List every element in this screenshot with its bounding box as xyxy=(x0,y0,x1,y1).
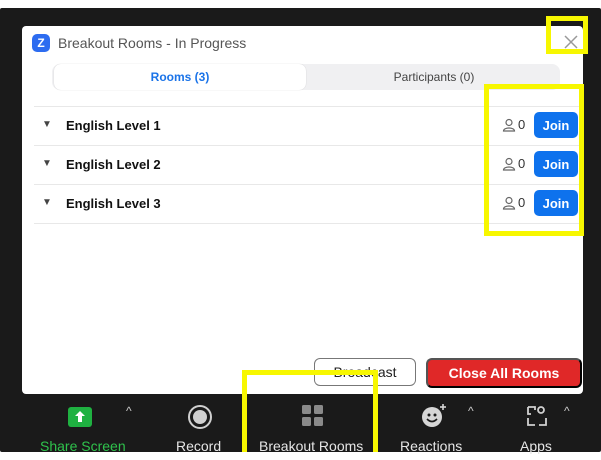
count-value: 0 xyxy=(518,195,526,210)
room-participant-count: 0 xyxy=(502,156,525,171)
caret-down-icon[interactable]: ▼ xyxy=(42,197,52,208)
zoom-logo-icon: Z xyxy=(32,34,50,52)
close-all-rooms-button[interactable]: Close All Rooms xyxy=(426,358,582,388)
person-icon xyxy=(502,118,516,132)
room-row[interactable]: ▼ English Level 1 0 Join xyxy=(34,106,580,145)
toolbar-reactions[interactable]: ^ Reactions xyxy=(398,396,484,460)
toolbar-share-screen[interactable]: ^ Share Screen xyxy=(30,396,140,460)
caret-down-icon[interactable]: ▼ xyxy=(42,158,52,169)
room-name: English Level 3 xyxy=(66,196,161,211)
apps-icon xyxy=(527,406,547,426)
apps-options-caret[interactable]: ^ xyxy=(564,404,570,418)
join-button[interactable]: Join xyxy=(534,151,578,177)
tab-rooms[interactable]: Rooms (3) xyxy=(54,64,306,90)
person-icon xyxy=(502,157,516,171)
room-name: English Level 1 xyxy=(66,118,161,133)
join-button[interactable]: Join xyxy=(534,190,578,216)
close-icon xyxy=(564,35,578,49)
record-icon xyxy=(188,405,212,429)
room-participant-count: 0 xyxy=(502,117,525,132)
meeting-window: Z Breakout Rooms - In Progress Rooms (3)… xyxy=(0,8,601,454)
dialog-title: Breakout Rooms - In Progress xyxy=(58,35,247,51)
person-icon xyxy=(502,196,516,210)
caret-down-icon[interactable]: ▼ xyxy=(42,119,52,130)
close-button[interactable] xyxy=(562,33,580,51)
count-value: 0 xyxy=(518,156,526,171)
toolbar-breakout-rooms[interactable]: Breakout Rooms xyxy=(250,396,380,460)
room-name: English Level 2 xyxy=(66,157,161,172)
breakout-rooms-icon xyxy=(302,405,323,426)
share-options-caret[interactable]: ^ xyxy=(126,404,132,418)
room-row[interactable]: ▼ English Level 2 0 Join xyxy=(34,145,580,184)
join-button[interactable]: Join xyxy=(534,112,578,138)
meeting-toolbar: ^ Share Screen Record Breakout Rooms ^ R… xyxy=(0,396,601,460)
broadcast-button[interactable]: Broadcast xyxy=(314,358,416,386)
toolbar-record[interactable]: Record xyxy=(170,396,230,460)
tab-participants[interactable]: Participants (0) xyxy=(308,64,560,90)
tab-bar: Rooms (3) Participants (0) xyxy=(52,64,560,90)
count-value: 0 xyxy=(518,117,526,132)
room-row[interactable]: ▼ English Level 3 0 Join xyxy=(34,184,580,224)
share-screen-icon xyxy=(68,407,92,427)
breakout-rooms-dialog: Z Breakout Rooms - In Progress Rooms (3)… xyxy=(22,26,583,394)
toolbar-apps[interactable]: ^ Apps xyxy=(510,396,590,460)
room-participant-count: 0 xyxy=(502,195,525,210)
dialog-titlebar: Z Breakout Rooms - In Progress xyxy=(22,26,583,60)
rooms-list: ▼ English Level 1 0 Join ▼ English Level… xyxy=(34,106,580,224)
reactions-options-caret[interactable]: ^ xyxy=(468,404,474,418)
reactions-icon xyxy=(422,404,446,427)
